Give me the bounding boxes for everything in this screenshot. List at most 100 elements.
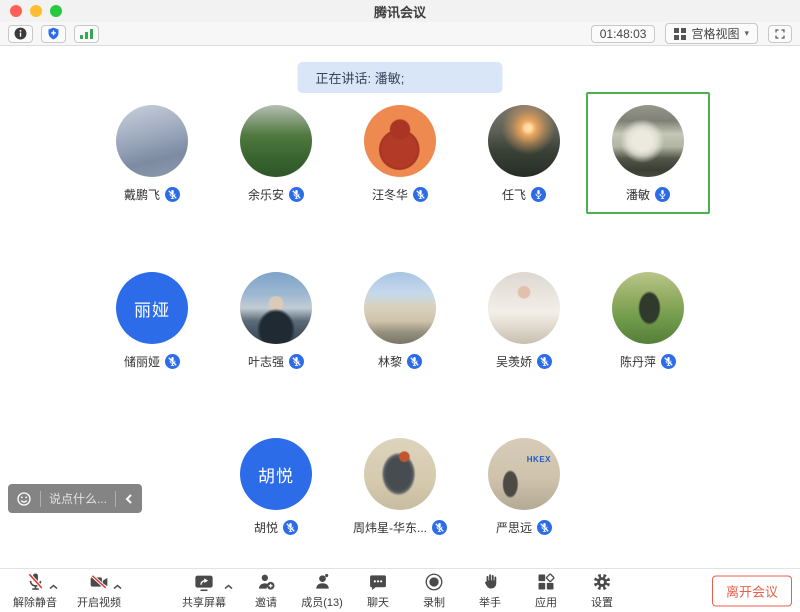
invite-button[interactable]: 邀请 — [241, 569, 291, 612]
participant-name: 严思远 — [496, 519, 532, 536]
bottom-toolbar: 解除静音 开启视频 共享屏幕 — [0, 568, 800, 612]
participant-tile-吴羡娇[interactable]: 吴羡娇 — [462, 259, 586, 381]
view-mode-dropdown[interactable]: 宫格视图 ▾ — [665, 23, 758, 44]
settings-label: 设置 — [591, 594, 613, 610]
participant-tile-戴鹏飞[interactable]: 戴鹏飞 — [90, 92, 214, 214]
meeting-timer: 01:48:03 — [591, 25, 656, 43]
share-screen-label: 共享屏幕 — [182, 594, 226, 610]
mic-status-icon — [165, 187, 180, 202]
share-options-chevron[interactable] — [224, 577, 233, 595]
participant-tile-周炜星-华东...[interactable]: 周炜星-华东... — [338, 425, 462, 547]
audio-options-chevron[interactable] — [49, 577, 58, 595]
zoom-window-button[interactable] — [50, 5, 62, 17]
video-options-chevron[interactable] — [113, 577, 122, 595]
mic-status-icon — [407, 354, 422, 369]
participant-row-1: 戴鹏飞 余乐安 — [0, 92, 800, 214]
mic-status-icon — [283, 520, 298, 535]
chat-label: 聊天 — [367, 594, 389, 610]
mic-status-icon — [413, 187, 428, 202]
record-icon — [424, 572, 444, 592]
avatar — [240, 272, 312, 344]
mic-status-icon — [165, 354, 180, 369]
invite-label: 邀请 — [255, 594, 277, 610]
network-status-button[interactable] — [74, 25, 99, 43]
minimize-window-button[interactable] — [30, 5, 42, 17]
participant-tile-叶志强[interactable]: 叶志强 — [214, 259, 338, 381]
raise-hand-icon — [481, 572, 500, 592]
shield-plus-icon — [46, 26, 61, 41]
avatar — [488, 105, 560, 177]
start-video-label: 开启视频 — [77, 594, 121, 610]
invite-person-icon — [256, 572, 277, 592]
start-video-button[interactable]: 开启视频 — [74, 569, 124, 612]
window-title: 腾讯会议 — [0, 2, 800, 21]
record-button[interactable]: 录制 — [409, 569, 459, 612]
share-screen-icon — [193, 573, 215, 592]
camera-off-icon — [88, 572, 110, 592]
mic-status-icon — [537, 354, 552, 369]
avatar-photo-label: HKEX — [527, 455, 551, 464]
mic-status-icon — [289, 187, 304, 202]
participant-tile-陈丹萍[interactable]: 陈丹萍 — [586, 259, 710, 381]
participant-name: 胡悦 — [254, 519, 278, 536]
participant-name: 汪冬华 — [372, 186, 408, 203]
share-screen-button[interactable]: 共享屏幕 — [173, 569, 235, 612]
participant-tile-林黎[interactable]: 林黎 — [338, 259, 462, 381]
avatar-initials: 丽娅 — [134, 296, 170, 321]
participant-name: 吴羡娇 — [496, 353, 532, 370]
mic-status-icon — [655, 187, 670, 202]
chat-quick-bar[interactable]: 说点什么... — [8, 484, 142, 513]
raise-hand-button[interactable]: 举手 — [465, 569, 515, 612]
apps-label: 应用 — [535, 594, 557, 610]
avatar — [364, 272, 436, 344]
avatar — [240, 105, 312, 177]
participant-name: 储丽娅 — [124, 353, 160, 370]
apps-icon — [536, 572, 556, 592]
active-speaker-banner: 正在讲话: 潘敏; — [298, 62, 503, 93]
participant-tile-潘敏[interactable]: 潘敏 — [586, 92, 710, 214]
participant-tile-储丽娅[interactable]: 丽娅 储丽娅 — [90, 259, 214, 381]
participant-name: 林黎 — [378, 353, 402, 370]
participant-tile-任飞[interactable]: 任飞 — [462, 92, 586, 214]
unmute-label: 解除静音 — [13, 594, 57, 610]
leave-meeting-button[interactable]: 离开会议 — [712, 575, 792, 606]
participant-name: 叶志强 — [248, 353, 284, 370]
top-toolbar: 01:48:03 宫格视图 ▾ — [0, 22, 800, 46]
close-window-button[interactable] — [10, 5, 22, 17]
grid-view-icon — [674, 28, 686, 40]
avatar-initials: 胡悦 — [258, 462, 294, 487]
avatar — [364, 438, 436, 510]
members-button[interactable]: 成员(13) — [297, 569, 347, 612]
avatar: HKEX — [488, 438, 560, 510]
participant-tile-余乐安[interactable]: 余乐安 — [214, 92, 338, 214]
chat-bubble-icon — [368, 573, 388, 592]
security-button[interactable] — [41, 25, 66, 43]
collapse-chat-icon[interactable] — [124, 493, 134, 505]
settings-button[interactable]: 设置 — [577, 569, 627, 612]
apps-button[interactable]: 应用 — [521, 569, 571, 612]
emoji-icon[interactable] — [16, 491, 32, 507]
participant-tile-汪冬华[interactable]: 汪冬华 — [338, 92, 462, 214]
mic-status-icon — [432, 520, 447, 535]
chat-button[interactable]: 聊天 — [353, 569, 403, 612]
unmute-button[interactable]: 解除静音 — [10, 569, 60, 612]
network-signal-icon — [79, 27, 94, 40]
avatar: 胡悦 — [240, 438, 312, 510]
participant-name: 余乐安 — [248, 186, 284, 203]
record-label: 录制 — [423, 594, 445, 610]
avatar — [364, 105, 436, 177]
fullscreen-button[interactable] — [768, 25, 792, 43]
chevron-down-icon: ▾ — [744, 28, 749, 39]
gallery-area: 正在讲话: 潘敏; 戴鹏飞 余乐安 — [0, 47, 800, 568]
meeting-info-button[interactable] — [8, 25, 33, 43]
members-icon — [312, 572, 333, 592]
avatar: 丽娅 — [116, 272, 188, 344]
chat-input[interactable]: 说点什么... — [49, 490, 107, 507]
view-mode-label: 宫格视图 — [691, 25, 739, 42]
divider — [115, 491, 116, 507]
mic-status-icon — [537, 520, 552, 535]
participant-tile-严思远[interactable]: HKEX 严思远 — [462, 425, 586, 547]
participant-tile-胡悦[interactable]: 胡悦 胡悦 — [214, 425, 338, 547]
mic-status-icon — [661, 354, 676, 369]
participant-row-2: 丽娅 储丽娅 叶志强 — [0, 259, 800, 381]
